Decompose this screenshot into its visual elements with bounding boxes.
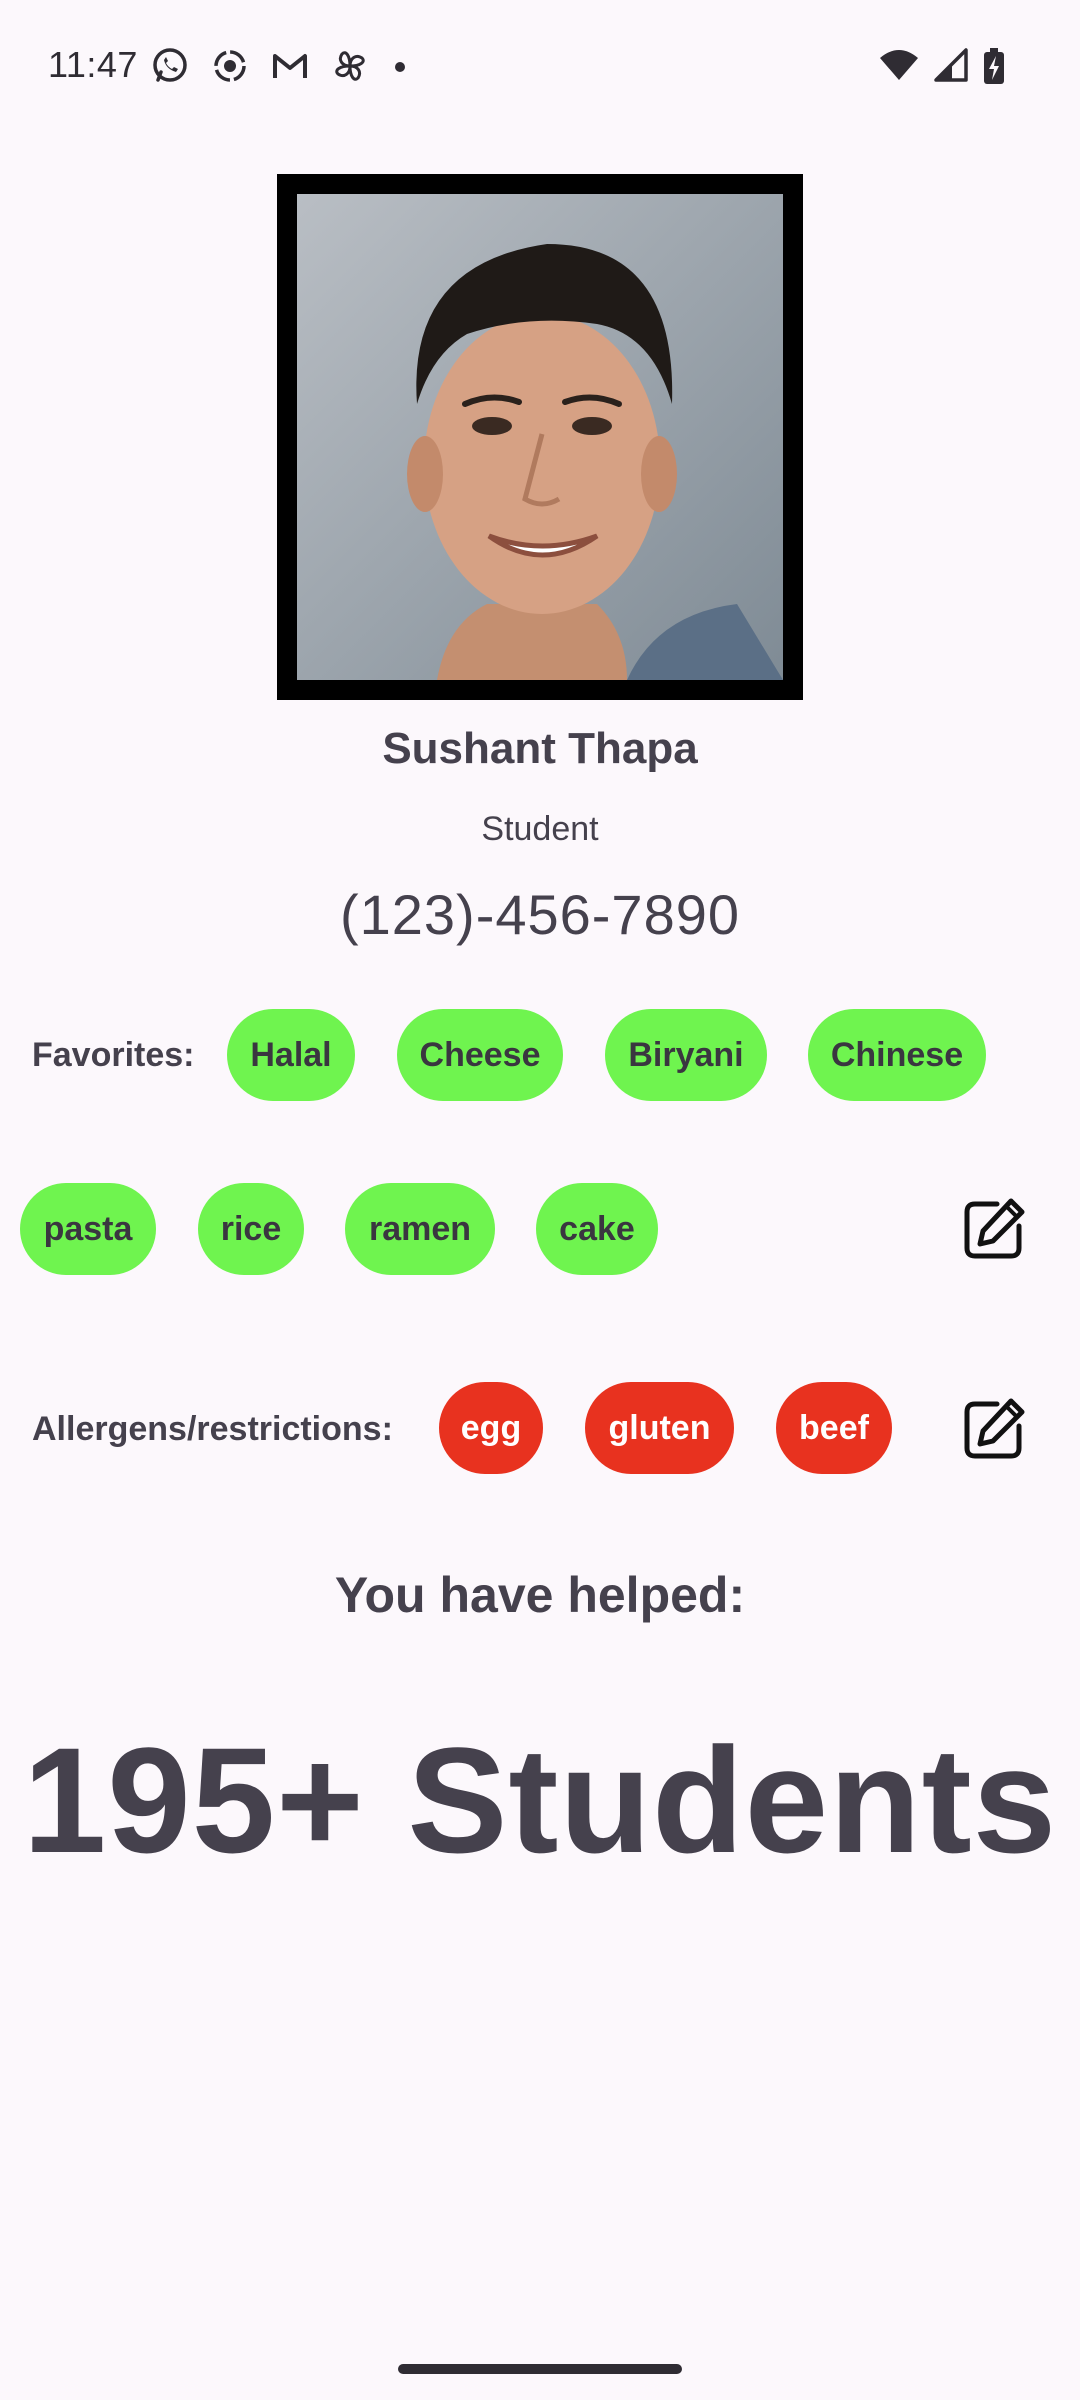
- notification-dot-icon: [395, 62, 405, 72]
- cellular-signal-icon: [934, 48, 968, 82]
- profile-photo-frame: [277, 174, 803, 700]
- pinwheel-icon: [335, 51, 365, 81]
- home-indicator[interactable]: [398, 2364, 682, 2374]
- edit-icon: [964, 1198, 1025, 1259]
- favorite-chip[interactable]: rice: [198, 1183, 304, 1275]
- favorite-chip[interactable]: ramen: [345, 1183, 495, 1275]
- status-time: 11:47: [48, 44, 138, 85]
- status-icons-right: [878, 44, 1006, 88]
- edit-favorites-button[interactable]: [959, 1194, 1029, 1264]
- profile-photo: [297, 194, 783, 680]
- allergens-label: Allergens/restrictions:: [32, 1410, 393, 1448]
- whatsapp-icon: [153, 48, 187, 82]
- favorite-chip[interactable]: Biryani: [605, 1009, 767, 1101]
- wifi-icon: [880, 50, 918, 80]
- favorite-chip[interactable]: cake: [536, 1183, 658, 1275]
- helped-count: 195+ Students: [22, 1716, 1058, 1884]
- allergen-chip[interactable]: gluten: [585, 1382, 734, 1474]
- status-icons-left: [150, 44, 410, 88]
- profile-role: Student: [481, 810, 599, 848]
- allergen-chip[interactable]: egg: [439, 1382, 543, 1474]
- favorite-chip[interactable]: Cheese: [397, 1009, 563, 1101]
- helped-title: You have helped:: [334, 1567, 746, 1623]
- profile-name: Sushant Thapa: [382, 724, 698, 773]
- gmail-icon: [273, 54, 307, 78]
- edit-icon: [964, 1398, 1025, 1459]
- favorite-chip[interactable]: pasta: [20, 1183, 156, 1275]
- profile-phone: (123)-456-7890: [339, 883, 741, 946]
- screen-record-icon: [214, 50, 246, 82]
- favorite-chip[interactable]: Halal: [227, 1009, 355, 1101]
- favorites-label: Favorites:: [32, 1036, 195, 1074]
- profile-screen: 11:47 Sushant Thapa Student (123)-456-78…: [0, 0, 1080, 2400]
- favorite-chip[interactable]: Chinese: [808, 1009, 986, 1101]
- edit-allergens-button[interactable]: [959, 1394, 1029, 1464]
- battery-charging-icon: [984, 48, 1004, 84]
- allergen-chip[interactable]: beef: [776, 1382, 892, 1474]
- status-bar: 11:47: [0, 0, 1080, 132]
